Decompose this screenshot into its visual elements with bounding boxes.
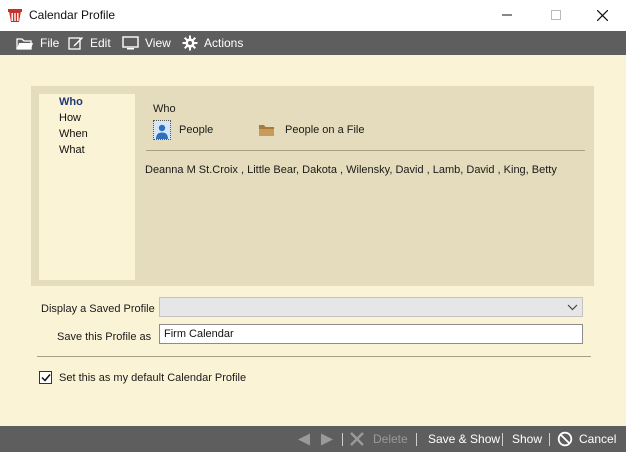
checkmark-icon — [40, 374, 51, 382]
cancel-button[interactable]: Cancel — [557, 426, 616, 452]
x-icon — [350, 432, 364, 446]
people-on-file-button[interactable]: People on a File — [258, 120, 365, 140]
default-profile-label: Set this as my default Calendar Profile — [59, 372, 247, 384]
close-button[interactable] — [579, 0, 625, 30]
folder-icon — [16, 37, 33, 50]
minimize-icon — [502, 14, 512, 16]
menu-edit[interactable]: Edit — [68, 31, 111, 55]
people-button[interactable]: People — [153, 119, 213, 141]
people-on-file-label: People on a File — [285, 124, 365, 136]
nav-item-when[interactable]: When — [59, 128, 88, 140]
delete-label: Delete — [373, 432, 408, 446]
default-profile-checkbox[interactable] — [39, 371, 52, 384]
maximize-icon — [551, 10, 561, 20]
cancel-label: Cancel — [579, 432, 617, 446]
monitor-icon — [122, 36, 139, 50]
chevron-down-icon — [567, 304, 578, 311]
who-heading: Who — [153, 103, 176, 115]
display-profile-label: Display a Saved Profile — [41, 303, 155, 315]
save-profile-label: Save this Profile as — [57, 331, 152, 343]
previous-button[interactable] — [297, 426, 311, 452]
toolbar-separator — [502, 433, 503, 446]
bottom-toolbar: Delete Save & Show Show Cancel — [0, 426, 626, 452]
save-and-show-button[interactable]: Save & Show — [428, 426, 500, 452]
close-icon — [596, 9, 608, 21]
nav-item-what[interactable]: What — [59, 144, 85, 156]
delete-button[interactable]: Delete — [349, 426, 408, 452]
nav-item-who[interactable]: Who — [59, 96, 83, 108]
people-button-label: People — [179, 124, 214, 136]
arrow-left-icon — [298, 433, 310, 445]
next-button[interactable] — [320, 426, 334, 452]
title-bar: Calendar Profile — [0, 0, 626, 31]
maximize-button[interactable] — [533, 0, 579, 30]
window-title: Calendar Profile — [29, 8, 116, 22]
edit-icon — [68, 37, 83, 50]
menu-view-label: View — [145, 36, 171, 50]
toolbar-separator — [342, 433, 343, 446]
save-and-show-label: Save & Show — [428, 432, 501, 446]
saved-profile-select[interactable] — [159, 297, 583, 317]
menu-file-label: File — [40, 36, 60, 50]
divider — [146, 150, 585, 151]
person-icon — [153, 120, 171, 140]
profile-nav: Who How When What — [39, 94, 135, 280]
show-button[interactable]: Show — [512, 426, 542, 452]
gear-icon — [182, 35, 198, 51]
menu-bar: File Edit View Actions — [0, 31, 626, 55]
nav-item-how[interactable]: How — [59, 112, 81, 124]
toolbar-separator — [416, 433, 417, 446]
folder-icon — [259, 125, 274, 136]
menu-actions[interactable]: Actions — [182, 31, 243, 55]
menu-view[interactable]: View — [122, 31, 171, 55]
menu-file[interactable]: File — [16, 31, 59, 55]
minimize-button[interactable] — [484, 0, 530, 30]
profile-name-input[interactable] — [159, 324, 583, 344]
cancel-icon — [557, 431, 573, 447]
menu-edit-label: Edit — [90, 36, 111, 50]
arrow-right-icon — [321, 433, 333, 445]
app-logo-icon — [8, 9, 22, 22]
selected-people-list: Deanna M St.Croix , Little Bear, Dakota … — [145, 164, 557, 176]
toolbar-separator — [549, 433, 550, 446]
show-label: Show — [512, 432, 543, 446]
menu-actions-label: Actions — [204, 36, 244, 50]
divider — [37, 356, 591, 357]
